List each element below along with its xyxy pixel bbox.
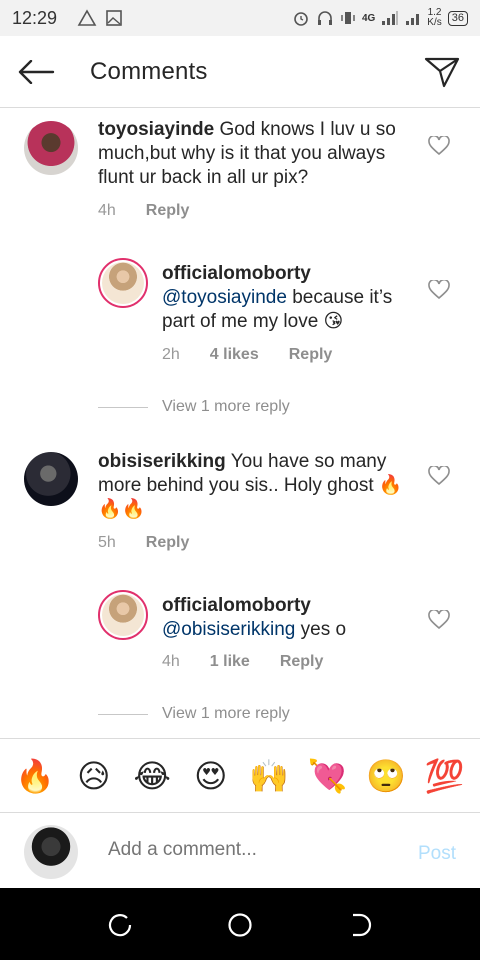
my-avatar [24, 825, 78, 879]
comment-time: 4h [98, 202, 116, 219]
comment-input[interactable] [108, 839, 388, 861]
vibrate-icon [341, 12, 355, 24]
comment-text: officialomoborty @obisiserikking yes o [162, 594, 412, 642]
network-type: 4G [361, 12, 376, 24]
battery-indicator: 36 [447, 10, 468, 26]
data-speed: 1.2 K/s [427, 7, 442, 28]
comment-username[interactable]: officialomoborty [162, 595, 311, 616]
alarm-icon [294, 12, 308, 26]
likes-count[interactable]: 4 likes [210, 346, 259, 364]
reply-button[interactable]: Reply [289, 346, 333, 364]
view-more-label: View 1 more reply [162, 705, 290, 722]
paper-plane-icon [424, 57, 460, 88]
back-nav-icon[interactable] [347, 912, 373, 938]
comment-username[interactable]: obisiserikking [98, 451, 226, 472]
divider [98, 713, 148, 715]
header: Comments [0, 36, 480, 108]
comment-time: 4h [162, 653, 180, 670]
emoji-heart-eyes[interactable]: 😍 [188, 758, 234, 794]
recent-apps-icon[interactable] [107, 912, 133, 938]
avatar-image [102, 262, 144, 304]
heart-icon[interactable] [428, 466, 450, 486]
reply-button[interactable]: Reply [280, 653, 324, 671]
reply-button[interactable]: Reply [146, 534, 190, 552]
comment-text: officialomoborty @toyosiayinde because i… [162, 262, 402, 334]
comment-time: 5h [98, 534, 116, 551]
comment-text: obisiserikking You have so many more beh… [98, 450, 408, 522]
divider [98, 406, 148, 408]
comment-time: 2h [162, 346, 180, 363]
heart-icon[interactable] [428, 280, 450, 300]
comment-meta: 4h Reply [98, 202, 189, 220]
mention-link[interactable]: @obisiserikking [162, 619, 295, 640]
emoji-laughing[interactable]: 😂 [129, 758, 175, 794]
emoji-fire[interactable]: 🔥 [12, 758, 58, 794]
emoji-eye-roll[interactable]: 🙄 [363, 758, 409, 794]
image-icon [106, 10, 122, 26]
home-icon[interactable] [227, 912, 253, 938]
post-button[interactable]: Post [418, 843, 456, 865]
view-more-label: View 1 more reply [162, 398, 290, 415]
back-button[interactable] [16, 54, 56, 90]
comment-meta: 2h 4 likes Reply [162, 346, 332, 364]
emoji-cupid-heart[interactable]: 💘 [305, 758, 351, 794]
emoji-bar: 🔥 😥 😂 😍 🙌 💘 🙄 💯 [0, 738, 480, 812]
comment-text: toyosiayinde God knows I luv u so much,b… [98, 118, 408, 190]
avatar[interactable] [24, 452, 78, 506]
view-more-replies[interactable]: View 1 more reply [98, 705, 290, 723]
mention-link[interactable]: @toyosiayinde [162, 287, 287, 308]
emoji-hundred[interactable]: 💯 [422, 758, 468, 794]
comment-body: yes o [295, 619, 347, 640]
emoji-sad[interactable]: 😥 [71, 758, 117, 794]
comment-username[interactable]: toyosiayinde [98, 119, 214, 140]
comment-username[interactable]: officialomoborty [162, 263, 311, 284]
avatar[interactable] [98, 258, 148, 308]
heart-icon[interactable] [428, 136, 450, 156]
share-button[interactable] [422, 54, 462, 90]
reply-button[interactable]: Reply [146, 202, 190, 220]
add-comment-bar: Post [0, 812, 480, 888]
page-title: Comments [90, 58, 208, 85]
signal-icon [382, 11, 399, 25]
arrow-left-icon [18, 60, 55, 84]
heart-icon[interactable] [428, 610, 450, 630]
status-time: 12:29 [12, 7, 58, 28]
likes-count[interactable]: 1 like [210, 653, 250, 671]
comment-meta: 4h 1 like Reply [162, 653, 323, 671]
status-bar: 12:29 4G 1.2 K/s 36 [0, 0, 480, 36]
avatar[interactable] [98, 590, 148, 640]
view-more-replies[interactable]: View 1 more reply [98, 398, 290, 416]
headset-icon [317, 11, 332, 25]
emoji-raised-hands[interactable]: 🙌 [246, 758, 292, 794]
avatar[interactable] [24, 121, 78, 175]
comments-list[interactable]: toyosiayinde God knows I luv u so much,b… [0, 108, 480, 738]
comment-meta: 5h Reply [98, 534, 189, 552]
warning-icon [77, 9, 97, 26]
signal-icon-2 [406, 14, 420, 25]
system-nav-bar [0, 888, 480, 960]
avatar-image [102, 594, 144, 636]
